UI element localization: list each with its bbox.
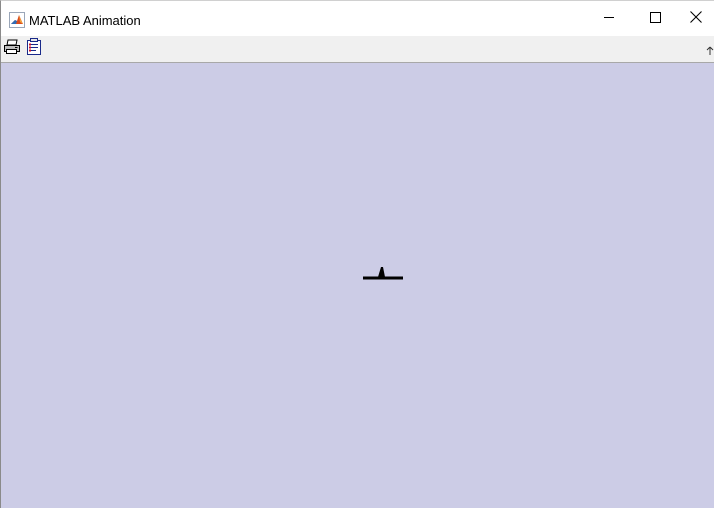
aircraft-silhouette	[363, 267, 403, 280]
window-title: MATLAB Animation	[29, 13, 141, 28]
maximize-icon	[649, 10, 661, 28]
minimize-icon	[603, 10, 615, 28]
window-left-edge	[1, 63, 3, 508]
minimize-button[interactable]	[586, 1, 632, 36]
title-bar[interactable]: MATLAB Animation	[1, 1, 714, 36]
print-icon	[3, 39, 21, 60]
print-button[interactable]	[2, 39, 22, 59]
figure-toolbar	[1, 36, 714, 62]
animation-axes	[363, 267, 403, 280]
figure-canvas[interactable]	[1, 63, 714, 508]
matlab-logo-icon	[9, 12, 25, 28]
toolbar-overflow-button[interactable]	[705, 44, 714, 56]
property-editor-icon	[26, 38, 42, 60]
aircraft-tail-fin	[378, 267, 385, 277]
maximize-button[interactable]	[632, 1, 678, 36]
close-icon	[690, 10, 702, 28]
matlab-animation-window: MATLAB Animation	[0, 0, 714, 508]
close-button[interactable]	[678, 1, 714, 36]
toolbar-overflow-icon	[705, 44, 714, 56]
property-editor-button[interactable]	[24, 38, 44, 60]
